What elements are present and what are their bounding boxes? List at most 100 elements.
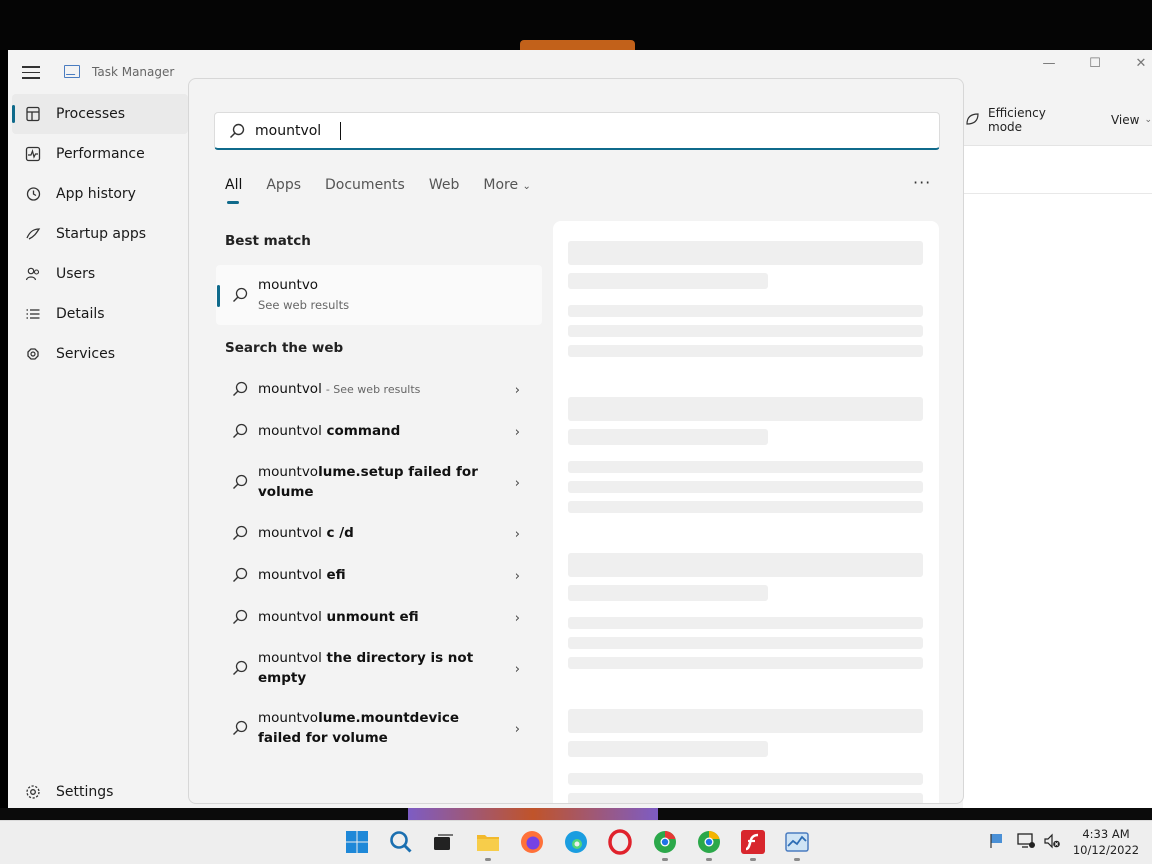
firefox-icon[interactable] (519, 829, 545, 855)
clock-time: 4:33 AM (1082, 827, 1130, 841)
search-flyout: All Apps Documents Web More ⌄ ··· Best m… (188, 78, 964, 804)
chevron-right-icon: › (514, 611, 520, 626)
view-button[interactable]: View ⌄ (1111, 113, 1152, 127)
services-icon (24, 345, 42, 363)
search-box[interactable] (214, 112, 940, 150)
web-result-item[interactable]: mountvol c /d › (216, 512, 542, 554)
maximize-button[interactable]: ☐ (1080, 56, 1110, 76)
system-clock[interactable]: 4:33 AM 10/12/2022 (1068, 826, 1144, 858)
sidebar-item-services[interactable]: Services (8, 334, 188, 374)
skeleton-block (568, 585, 768, 601)
hamburger-menu-icon[interactable] (22, 66, 40, 80)
sidebar-item-label: Startup apps (56, 226, 147, 242)
search-web-heading: Search the web (225, 340, 344, 356)
efficiency-mode-button[interactable]: Efficiency mode (948, 106, 1079, 134)
web-result-item[interactable]: mountvol unmount efi › (216, 596, 542, 638)
volume-muted-icon[interactable] (1043, 833, 1061, 853)
search-icon (232, 660, 248, 682)
processes-table (963, 145, 1152, 808)
leaf-icon (964, 111, 980, 130)
startup-apps-icon (24, 225, 42, 243)
task-view-icon[interactable] (430, 829, 456, 855)
gear-icon (24, 783, 42, 801)
web-result-item[interactable]: mountvol command › (216, 410, 542, 452)
desktop-wallpaper-art (520, 40, 635, 50)
processes-icon (24, 105, 42, 123)
web-results-list: mountvol - See web results › mountvol com… (216, 368, 542, 758)
more-options-icon[interactable]: ··· (913, 173, 931, 192)
edge-icon[interactable] (563, 829, 589, 855)
chevron-right-icon: › (514, 569, 520, 584)
efficiency-mode-label: Efficiency mode (988, 106, 1046, 134)
search-input[interactable] (255, 120, 915, 142)
search-icon (232, 525, 248, 547)
running-indicator (485, 858, 491, 861)
web-result-item[interactable]: mountvol - See web results › (216, 368, 542, 410)
sidebar-item-processes[interactable]: Processes (12, 94, 188, 134)
chrome-profile-icon[interactable] (696, 829, 722, 855)
settings-label: Settings (56, 784, 114, 800)
network-icon[interactable] (1017, 833, 1035, 853)
search-icon[interactable] (388, 829, 414, 855)
search-icon (232, 287, 248, 307)
task-manager-app-icon (64, 65, 80, 78)
task-manager-icon[interactable] (784, 829, 810, 855)
opera-icon[interactable] (607, 829, 633, 855)
skeleton-line (568, 325, 923, 337)
search-icon (232, 609, 248, 631)
result-suggestion: efi (321, 567, 346, 583)
app-history-icon (24, 185, 42, 203)
flash-icon[interactable] (740, 829, 766, 855)
sidebar-item-users[interactable]: Users (8, 254, 188, 294)
running-indicator (662, 858, 668, 861)
search-icon (232, 567, 248, 589)
web-result-item[interactable]: mountvol the directory is not empty › (216, 638, 542, 698)
web-result-item[interactable]: mountvolume.setup failed for volume › (216, 452, 542, 512)
tab-documents[interactable]: Documents (325, 177, 405, 193)
running-indicator (750, 858, 756, 861)
sidebar-item-label: App history (56, 186, 136, 202)
skeleton-line (568, 305, 923, 317)
skeleton-line (568, 481, 923, 493)
sidebar-item-details[interactable]: Details (8, 294, 188, 334)
search-icon (232, 474, 248, 496)
file-explorer-icon[interactable] (475, 829, 501, 855)
chrome-icon[interactable] (652, 829, 678, 855)
result-suggestion: unmount efi (321, 609, 419, 625)
tab-apps[interactable]: Apps (266, 177, 301, 193)
minimize-button[interactable]: — (1034, 56, 1064, 76)
best-match-result[interactable]: mountvo See web results (216, 265, 542, 325)
skeleton-block (568, 397, 923, 421)
result-query: mountvol (258, 650, 322, 666)
skeleton-line (568, 773, 923, 785)
desktop-background-top (0, 0, 1152, 50)
tab-more[interactable]: More ⌄ (483, 177, 531, 193)
skeleton-block (568, 241, 923, 265)
web-result-item[interactable]: mountvolume.mountdevice failed for volum… (216, 698, 542, 758)
close-button[interactable]: ✕ (1126, 56, 1152, 76)
result-query: mountvol (258, 423, 322, 439)
clock-date: 10/12/2022 (1072, 843, 1140, 857)
sidebar-item-startup-apps[interactable]: Startup apps (8, 214, 188, 254)
best-match-subtitle: See web results (258, 298, 350, 312)
result-query: mountvo (258, 710, 319, 726)
preview-pane-loading (553, 221, 939, 803)
result-query: mountvol (258, 609, 322, 625)
chevron-right-icon: › (514, 662, 520, 677)
notification-flag-icon[interactable] (990, 833, 1004, 853)
result-query: mountvol (258, 525, 322, 541)
tab-web[interactable]: Web (429, 177, 460, 193)
sidebar-item-app-history[interactable]: App history (8, 174, 188, 214)
search-icon (229, 123, 245, 143)
skeleton-line (568, 501, 923, 513)
tab-all[interactable]: All (225, 177, 242, 204)
sidebar-nav: Processes Performance App history Startu… (8, 94, 188, 374)
chevron-right-icon: › (514, 383, 520, 398)
start-icon[interactable] (344, 829, 370, 855)
sidebar-item-label: Processes (56, 106, 126, 122)
web-result-item[interactable]: mountvol efi › (216, 554, 542, 596)
sidebar-item-performance[interactable]: Performance (8, 134, 188, 174)
skeleton-line (568, 657, 923, 669)
skeleton-block (568, 429, 768, 445)
sidebar-item-settings[interactable]: Settings (8, 772, 113, 812)
